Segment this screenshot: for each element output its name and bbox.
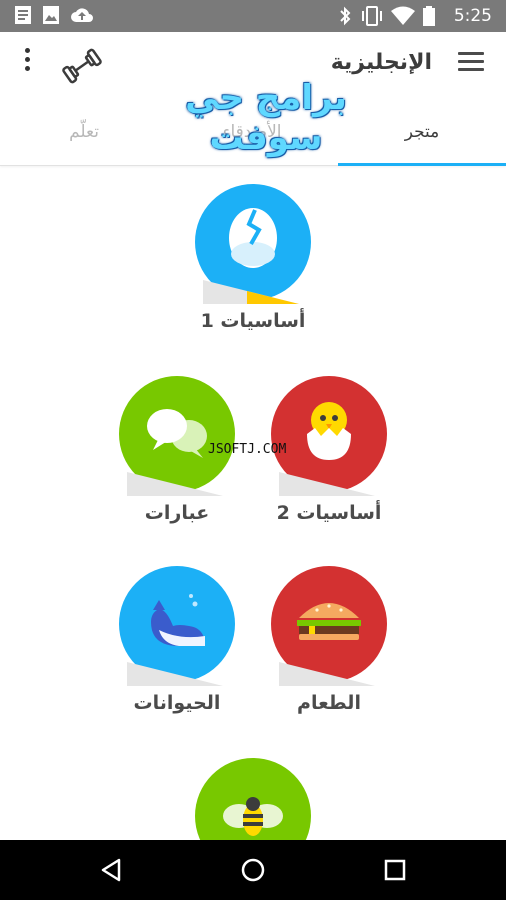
- skill-circle: [271, 566, 387, 686]
- watermark-title: برامج جي سوفت: [185, 78, 347, 158]
- skill-animals[interactable]: الحيوانات: [107, 566, 247, 718]
- skill-basics-1[interactable]: أساسيات 1: [183, 184, 323, 336]
- skill-food[interactable]: الطعام: [259, 566, 399, 718]
- bee-icon: [223, 797, 283, 836]
- recents-icon[interactable]: [377, 852, 413, 888]
- status-bar: 5:25: [0, 0, 506, 32]
- progress-bar: [127, 662, 223, 686]
- course-title: الإنجليزية: [330, 50, 432, 75]
- vibrate-icon: [362, 6, 382, 26]
- skill-label: الحيوانات: [133, 692, 221, 714]
- skill-circle: [271, 376, 387, 496]
- skill-label: أساسيات 2: [276, 502, 382, 524]
- watermark-site: JSOFTJ.COM: [208, 442, 287, 457]
- skill-circle: [119, 376, 235, 496]
- back-icon[interactable]: [93, 852, 129, 888]
- progress-bar: [279, 662, 375, 686]
- skill-circle: [119, 566, 235, 686]
- progress-bar: [203, 280, 299, 304]
- battery-icon: [423, 6, 435, 26]
- skill-bee[interactable]: [183, 758, 323, 840]
- system-navigation-bar: [0, 840, 506, 900]
- dumbbell-icon[interactable]: [62, 48, 102, 84]
- document-icon: [15, 6, 31, 24]
- skill-circle: [195, 184, 311, 304]
- more-options-button[interactable]: [18, 48, 36, 78]
- home-icon[interactable]: [235, 852, 271, 888]
- status-time: 5:25: [453, 6, 492, 26]
- app-bar: الإنجليزية تعلّم الأصدقاء متجر برامج جي …: [0, 32, 506, 166]
- bluetooth-icon: [340, 6, 351, 26]
- skill-label: عبارات: [144, 502, 210, 524]
- skill-label: أساسيات 1: [200, 310, 306, 332]
- hamburger-menu-button[interactable]: [458, 52, 484, 74]
- skill-label: الطعام: [297, 692, 361, 714]
- cloud-upload-icon: [71, 8, 93, 22]
- skill-circle: [195, 758, 311, 840]
- progress-bar: [127, 472, 223, 496]
- wifi-icon: [391, 6, 415, 25]
- progress-bar: [279, 472, 375, 496]
- image-icon: [43, 6, 59, 24]
- skill-tree: أساسيات 1 أساسيات 2 عبارات الطعام الحيوا…: [0, 166, 506, 840]
